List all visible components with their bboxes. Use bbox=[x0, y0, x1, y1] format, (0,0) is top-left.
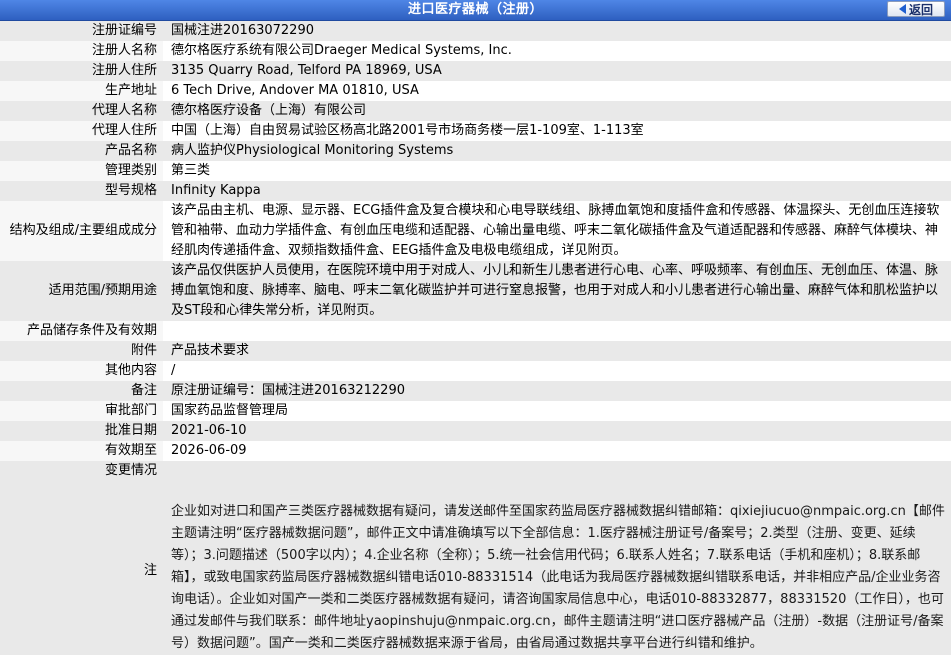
table-row: 生产地址 6 Tech Drive, Andover MA 01810, USA bbox=[0, 81, 951, 101]
table-row: 备注 原注册证编号：国械注进20163212290 bbox=[0, 381, 951, 401]
table-row: 型号规格 Infinity Kappa bbox=[0, 181, 951, 201]
back-button[interactable]: 返回 bbox=[887, 1, 945, 17]
field-label: 注册证编号 bbox=[0, 21, 163, 41]
table-row: 代理人名称 德尔格医疗设备（上海）有限公司 bbox=[0, 101, 951, 121]
field-value: 2021-06-10 bbox=[163, 421, 951, 441]
field-value: Infinity Kappa bbox=[163, 181, 951, 201]
field-value: 原注册证编号：国械注进20163212290 bbox=[163, 381, 951, 401]
field-label: 型号规格 bbox=[0, 181, 163, 201]
back-button-label: 返回 bbox=[908, 2, 933, 17]
field-value bbox=[163, 321, 951, 341]
table-row: 注册人名称 德尔格医疗系统有限公司Draeger Medical Systems,… bbox=[0, 41, 951, 61]
field-label: 产品名称 bbox=[0, 141, 163, 161]
field-value: 该产品仅供医护人员使用，在医院环境中用于对成人、小儿和新生儿患者进行心电、心率、… bbox=[163, 261, 951, 321]
field-value: 病人监护仪Physiological Monitoring Systems bbox=[163, 141, 951, 161]
table-row: 注册证编号 国械注进20163072290 bbox=[0, 21, 951, 41]
field-value: 国家药品监督管理局 bbox=[163, 401, 951, 421]
table-row: 有效期至 2026-06-09 bbox=[0, 441, 951, 461]
field-value: 德尔格医疗设备（上海）有限公司 bbox=[163, 101, 951, 121]
field-value: 国械注进20163072290 bbox=[163, 21, 951, 41]
note-row: 注企业如对进口和国产三类医疗器械数据有疑问，请发送邮件至国家药监局医疗器械数据纠… bbox=[0, 481, 951, 655]
field-label: 审批部门 bbox=[0, 401, 163, 421]
back-arrow-icon bbox=[898, 4, 906, 14]
field-value: 3135 Quarry Road, Telford PA 18969, USA bbox=[163, 61, 951, 81]
table-row: 适用范围/预期用途 该产品仅供医护人员使用，在医院环境中用于对成人、小儿和新生儿患… bbox=[0, 261, 951, 321]
field-value: 第三类 bbox=[163, 161, 951, 181]
detail-table: 注册证编号 国械注进20163072290 注册人名称 德尔格医疗系统有限公司Drae… bbox=[0, 21, 951, 655]
table-row: 变更情况 bbox=[0, 461, 951, 481]
field-value bbox=[163, 461, 951, 481]
field-value: 德尔格医疗系统有限公司Draeger Medical Systems, Inc. bbox=[163, 41, 951, 61]
table-row: 代理人住所 中国（上海）自由贸易试验区杨高北路2001号市场商务楼一层1-109室… bbox=[0, 121, 951, 141]
table-row: 附件 产品技术要求 bbox=[0, 341, 951, 361]
field-label: 生产地址 bbox=[0, 81, 163, 101]
table-row: 产品储存条件及有效期 bbox=[0, 321, 951, 341]
note-label: 注 bbox=[0, 481, 163, 655]
table-row: 审批部门 国家药品监督管理局 bbox=[0, 401, 951, 421]
table-row: 注册人住所 3135 Quarry Road, Telford PA 18969,… bbox=[0, 61, 951, 81]
field-label: 代理人住所 bbox=[0, 121, 163, 141]
field-value: 该产品由主机、电源、显示器、ECG插件盒及复合模块和心电导联线组、脉搏血氧饱和度… bbox=[163, 201, 951, 261]
field-label: 结构及组成/主要组成成分 bbox=[0, 201, 163, 261]
field-label: 其他内容 bbox=[0, 361, 163, 381]
page-title: 进口医疗器械（注册） bbox=[407, 2, 543, 17]
field-value: 中国（上海）自由贸易试验区杨高北路2001号市场商务楼一层1-109室、1-11… bbox=[163, 121, 951, 141]
field-label: 适用范围/预期用途 bbox=[0, 261, 163, 321]
field-value: 2026-06-09 bbox=[163, 441, 951, 461]
field-label: 注册人住所 bbox=[0, 61, 163, 81]
note-cell: 企业如对进口和国产三类医疗器械数据有疑问，请发送邮件至国家药监局医疗器械数据纠错… bbox=[163, 481, 951, 655]
field-label: 备注 bbox=[0, 381, 163, 401]
field-label: 有效期至 bbox=[0, 441, 163, 461]
title-bar: 进口医疗器械（注册） 返回 bbox=[0, 0, 951, 21]
field-label: 产品储存条件及有效期 bbox=[0, 321, 163, 341]
field-label: 批准日期 bbox=[0, 421, 163, 441]
field-label: 代理人名称 bbox=[0, 101, 163, 121]
table-row: 结构及组成/主要组成成分 该产品由主机、电源、显示器、ECG插件盒及复合模块和心电… bbox=[0, 201, 951, 261]
field-value: / bbox=[163, 361, 951, 381]
table-row: 其他内容 / bbox=[0, 361, 951, 381]
note-text: 企业如对进口和国产三类医疗器械数据有疑问，请发送邮件至国家药监局医疗器械数据纠错… bbox=[171, 504, 945, 651]
field-label: 变更情况 bbox=[0, 461, 163, 481]
table-row: 批准日期 2021-06-10 bbox=[0, 421, 951, 441]
field-value: 6 Tech Drive, Andover MA 01810, USA bbox=[163, 81, 951, 101]
table-row: 产品名称 病人监护仪Physiological Monitoring System… bbox=[0, 141, 951, 161]
field-label: 注册人名称 bbox=[0, 41, 163, 61]
table-row: 管理类别 第三类 bbox=[0, 161, 951, 181]
field-label: 管理类别 bbox=[0, 161, 163, 181]
field-label: 附件 bbox=[0, 341, 163, 361]
field-value: 产品技术要求 bbox=[163, 341, 951, 361]
